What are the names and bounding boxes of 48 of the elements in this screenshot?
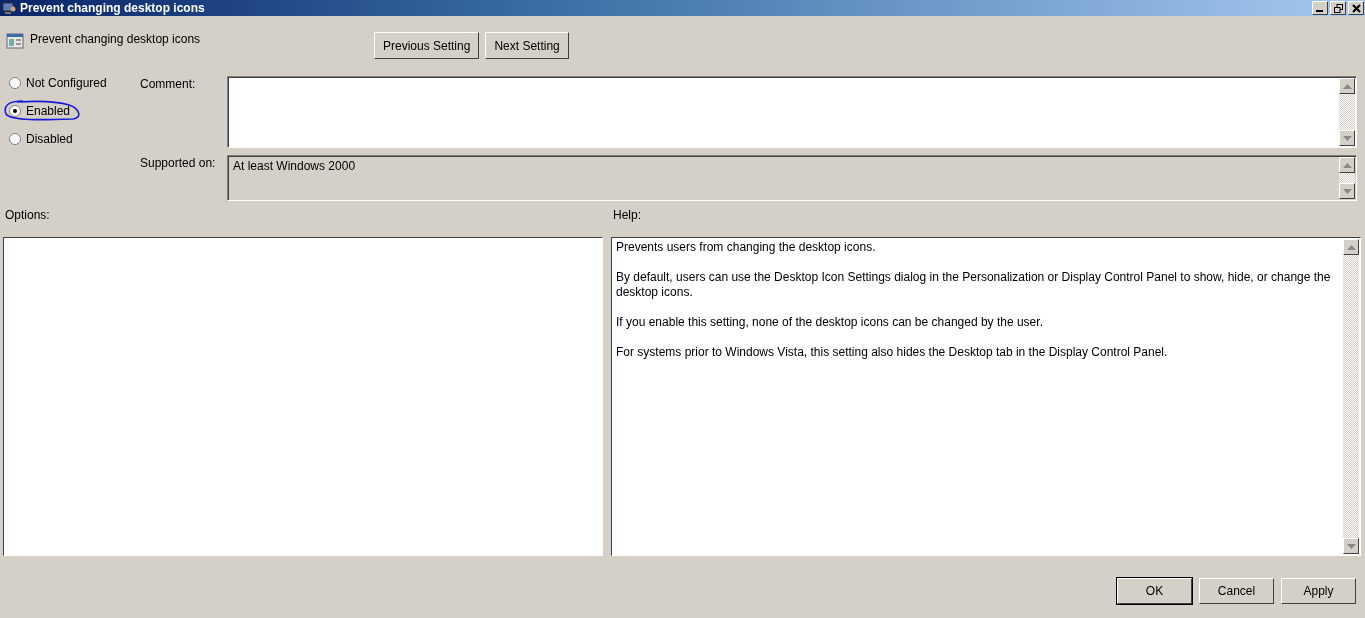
radio-label: Not Configured <box>26 76 107 90</box>
help-label: Help: <box>612 208 642 224</box>
down-arrow-icon <box>1342 135 1352 141</box>
options-label: Options: <box>4 208 51 224</box>
down-arrow-icon <box>1342 188 1352 194</box>
scroll-down-button[interactable] <box>1343 538 1359 554</box>
restore-button[interactable] <box>1330 1 1346 15</box>
close-button[interactable] <box>1348 1 1364 15</box>
comment-field[interactable] <box>227 76 1357 148</box>
restore-icon <box>1333 3 1343 13</box>
radio-label: Enabled <box>26 104 71 118</box>
computer-user-icon <box>2 1 16 15</box>
radio-circle[interactable] <box>9 77 21 89</box>
scroll-down-button[interactable] <box>1339 183 1355 199</box>
down-arrow-icon <box>1346 543 1356 549</box>
radio-circle[interactable] <box>9 105 21 117</box>
supported-on-value: At least Windows 2000 <box>233 159 356 173</box>
radio-option[interactable]: Disabled <box>9 132 129 146</box>
nav-setting-button[interactable]: Next Setting <box>485 32 569 59</box>
radio-label: Disabled <box>26 132 73 146</box>
radio-option[interactable]: Enabled <box>9 104 129 118</box>
supported-on-label: Supported on: <box>139 155 217 172</box>
help-paragraph: If you enable this setting, none of the desktop icons can be changed by the user. <box>616 315 1044 330</box>
dialog-button[interactable]: Apply <box>1281 578 1356 604</box>
scrollbar[interactable] <box>1339 157 1355 199</box>
comment-label: Comment: <box>139 76 197 93</box>
radio-circle[interactable] <box>9 133 21 145</box>
scroll-up-button[interactable] <box>1339 157 1355 173</box>
radio-option[interactable]: Not Configured <box>9 76 129 90</box>
minimize-button[interactable] <box>1312 1 1328 15</box>
close-icon <box>1351 3 1361 13</box>
dialog-button[interactable]: Cancel <box>1199 578 1274 604</box>
nav-setting-button[interactable]: Previous Setting <box>374 32 480 59</box>
scroll-up-button[interactable] <box>1339 78 1355 94</box>
scrollbar[interactable] <box>1343 239 1359 554</box>
scrollbar[interactable] <box>1339 78 1355 146</box>
policy-setting-icon <box>6 32 24 50</box>
scroll-down-button[interactable] <box>1339 130 1355 146</box>
up-arrow-icon <box>1342 83 1352 89</box>
help-paragraph: For systems prior to Windows Vista, this setting also hides the Desktop tab in the Display Control Panel. <box>616 345 1169 360</box>
up-arrow-icon <box>1346 244 1356 250</box>
setting-title: Prevent changing desktop icons <box>30 32 201 46</box>
dialog-button[interactable]: OK <box>1117 578 1192 604</box>
help-paragraph: By default, users can use the Desktop Icon Settings dialog in the Personalization or Display Control Panel to show, hide, or change the desktop icons. <box>616 270 1332 300</box>
scroll-up-button[interactable] <box>1343 239 1359 255</box>
up-arrow-icon <box>1342 162 1352 168</box>
window-title: Prevent changing desktop icons <box>20 1 206 15</box>
help-paragraph: Prevents users from changing the desktop icons. <box>616 240 877 255</box>
